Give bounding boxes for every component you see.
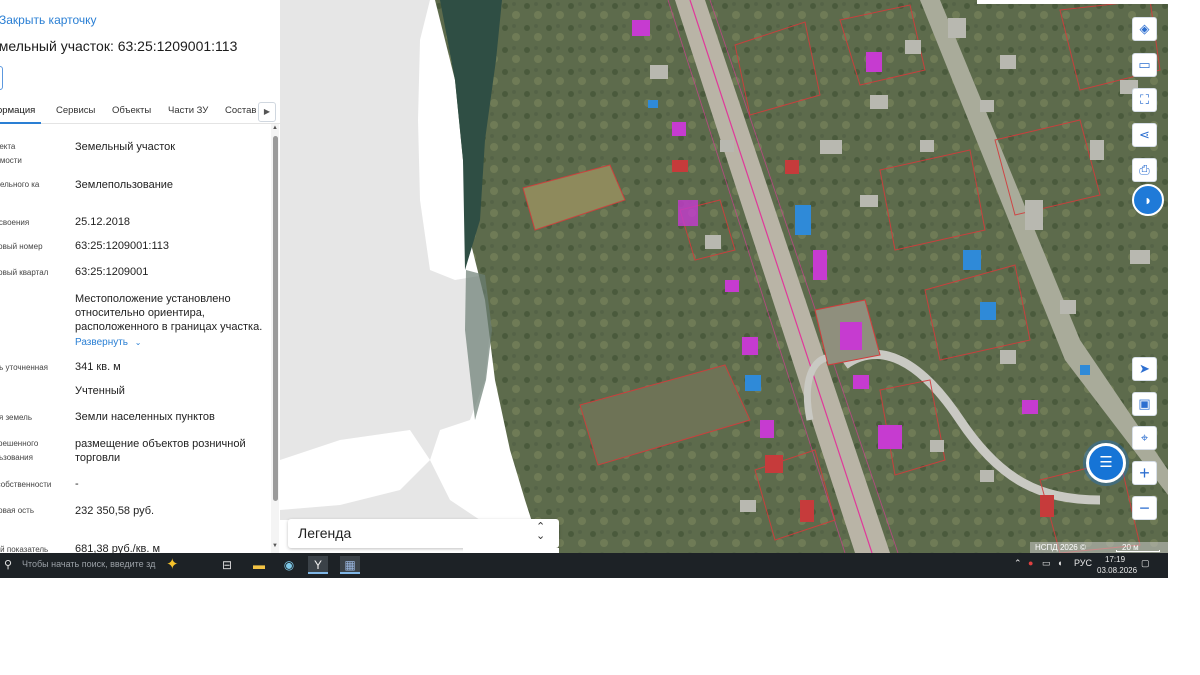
share-icon: ⋖ <box>1139 127 1150 142</box>
select-area-button[interactable]: ⛶ <box>1132 88 1157 112</box>
location-pin-button[interactable]: ⌖ <box>1132 426 1157 450</box>
nspd-logo-icon: ◗ <box>1143 192 1153 208</box>
tab-composition[interactable]: Состав <box>225 105 256 116</box>
browser-icon[interactable]: ◉ <box>279 556 299 574</box>
network-icon[interactable]: ▭ <box>1042 558 1051 569</box>
task-view-icon[interactable]: ⊟ <box>217 556 237 574</box>
attribute-value: размещение объектов розничной торговли <box>75 438 246 464</box>
yandex-browser-icon[interactable]: Y <box>308 556 328 574</box>
browser-viewport: Закрыть карточку емельный участок: 63:25… <box>0 0 1168 578</box>
tray-expand-icon[interactable]: ⌃ <box>1014 558 1022 569</box>
attribute-label: азрешенного ользования <box>0 439 39 462</box>
attribute-value: 63:25:1209001 <box>75 266 149 278</box>
attribute-list: бъекта жимости Земельный участок емельно… <box>0 124 270 553</box>
windows-taskbar: ⚲ Чтобы начать поиск, введите зд ✦ ⊟ ▬ ◉… <box>0 553 1168 578</box>
attribute-label: бъекта жимости <box>0 142 22 165</box>
attribute-label: рисвоения <box>0 218 30 227</box>
close-card-link[interactable]: Закрыть карточку <box>0 13 97 27</box>
minimap-button[interactable]: ▣ <box>1132 392 1157 416</box>
tab-objects[interactable]: Объекты <box>112 105 151 116</box>
ruler-button[interactable]: ▭ <box>1132 53 1157 77</box>
print-button[interactable]: ⎙ <box>1132 158 1157 182</box>
attribute-value: Землепользование <box>75 179 174 191</box>
attribute-label: тровый номер <box>0 242 43 251</box>
language-indicator[interactable]: РУС <box>1074 558 1092 568</box>
select-area-icon: ⛶ <box>1139 92 1150 107</box>
zoom-in-icon: + <box>1139 463 1150 483</box>
taskbar-search-input[interactable]: Чтобы начать поиск, введите зд <box>22 559 164 569</box>
map-view[interactable]: ◈ ▭ ⛶ ⋖ ⎙ ◗ ➤ ▣ ⌖ + − ☰ Легенда ⌃ ⌄ НСПД … <box>280 0 1168 553</box>
attribute-label: емельного ка <box>0 180 40 189</box>
volume-icon[interactable]: ◖ <box>1057 558 1062 568</box>
tab-services[interactable]: Сервисы <box>56 105 95 116</box>
attribute-value: - <box>75 478 79 490</box>
attribute-label: тровая ость <box>0 506 35 515</box>
attribute-value: 681,38 руб./кв. м <box>75 543 161 553</box>
search-bar-edge <box>977 0 1168 4</box>
legend-label: Легенда <box>298 525 352 541</box>
tab-parts[interactable]: Части ЗУ <box>168 105 208 116</box>
attribute-label: ный показатель <box>0 545 49 553</box>
layers-icon: ◈ <box>1139 21 1150 36</box>
expand-label: Развернуть <box>75 337 129 348</box>
antivirus-icon[interactable]: ● <box>1028 558 1033 568</box>
attribute-value: 232 350,58 руб. <box>75 505 155 517</box>
scroll-up-arrow-icon[interactable]: ▲ <box>272 125 278 131</box>
scroll-down-arrow-icon[interactable]: ▼ <box>272 543 278 549</box>
page-title: емельный участок: 63:25:1209001:113 <box>0 38 238 54</box>
info-panel: Закрыть карточку емельный участок: 63:25… <box>0 0 280 553</box>
tab-information[interactable]: ормация <box>0 105 35 116</box>
expand-collapse-icon: ⌃ ⌄ <box>536 521 546 542</box>
zoom-in-button[interactable]: + <box>1132 461 1157 485</box>
attribution-text: НСПД 2026 © <box>1035 543 1086 552</box>
tab-bar: ормация Сервисы Объекты Части ЗУ Состав <box>0 98 280 124</box>
attribute-value: Учтенный <box>75 385 125 397</box>
attribute-label: тровый квартал <box>0 268 49 277</box>
panel-action-button[interactable] <box>0 66 3 90</box>
minimap-icon: ▣ <box>1138 396 1151 411</box>
attribute-value: 25.12.2018 <box>75 216 131 228</box>
ruler-icon: ▭ <box>1138 57 1151 72</box>
sparkle-icon[interactable]: ✦ <box>166 555 179 573</box>
attribute-value: Местоположение установлено относительно … <box>75 293 263 333</box>
chevron-down-icon: ⌄ <box>134 338 142 347</box>
geolocation-icon: ➤ <box>1139 361 1150 376</box>
chat-button[interactable]: ☰ <box>1086 443 1126 483</box>
clock-time[interactable]: 17:19 <box>1105 555 1125 564</box>
chat-icon: ☰ <box>1099 454 1113 471</box>
tabs-scroll-right-button[interactable]: ▶ <box>258 102 276 122</box>
attribute-value: Земли населенных пунктов <box>75 411 215 423</box>
geolocation-button[interactable]: ➤ <box>1132 357 1157 381</box>
clock-date[interactable]: 03.08.2026 <box>1097 566 1137 575</box>
share-button[interactable]: ⋖ <box>1132 123 1157 147</box>
attribute-label: а собственности <box>0 480 52 489</box>
map-attribution: НСПД 2026 © 20 м <box>1030 542 1168 553</box>
layers-button[interactable]: ◈ <box>1132 17 1157 41</box>
attribute-value: 63:25:1209001:113 <box>75 240 169 252</box>
print-icon: ⎙ <box>1139 162 1150 177</box>
attribute-label: рия земель <box>0 413 33 422</box>
nspd-logo-button[interactable]: ◗ <box>1132 184 1164 216</box>
attribute-value: 341 кв. м <box>75 361 121 373</box>
satellite-imagery <box>280 0 1168 553</box>
scale-bar <box>1116 550 1160 552</box>
location-pin-icon: ⌖ <box>1140 430 1149 445</box>
attribute-value: Земельный участок <box>75 141 176 153</box>
zoom-out-button[interactable]: − <box>1132 496 1157 520</box>
attribute-label: адь уточненная <box>0 363 49 372</box>
expand-link[interactable]: Развернуть ⌄ <box>75 337 142 348</box>
zoom-out-icon: − <box>1139 498 1150 518</box>
panel-scrollbar-thumb[interactable] <box>273 136 278 501</box>
search-icon[interactable]: ⚲ <box>4 558 12 571</box>
legend-toggle[interactable]: Легенда ⌃ ⌄ <box>288 519 559 548</box>
notifications-icon[interactable]: ▢ <box>1141 558 1150 569</box>
app-window-icon[interactable]: ▦ <box>340 556 360 574</box>
attribute-label: с <box>0 385 66 399</box>
file-explorer-icon[interactable]: ▬ <box>249 556 269 574</box>
